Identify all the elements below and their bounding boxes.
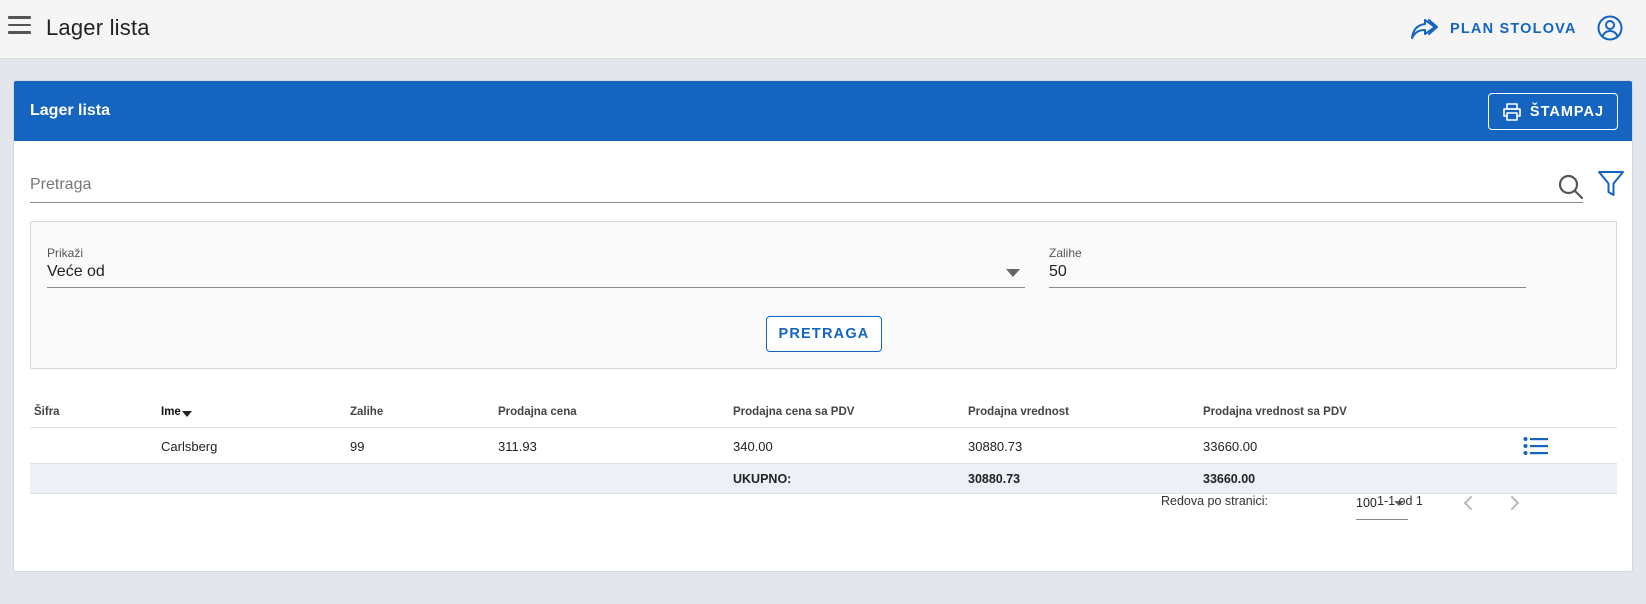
search-button[interactable]: PRETRAGA (766, 316, 882, 352)
cell-zalihe: 99 (350, 439, 365, 454)
total-prodajna-vrednost-pdv: 33660.00 (1203, 472, 1256, 486)
column-header-ime[interactable]: Ime (161, 406, 192, 418)
show-select-underline (47, 287, 1025, 288)
card-title: Lager lista (30, 102, 111, 119)
column-header-prodajna-cena-pdv[interactable]: Prodajna cena sa PDV (733, 406, 854, 418)
column-header-ime-label: Ime (161, 406, 181, 418)
column-header-prodajna-vrednost[interactable]: Prodajna vrednost (968, 406, 1069, 418)
account-circle-icon[interactable] (1596, 14, 1624, 42)
plan-stolova-button[interactable]: PLAN STOLOVA (1410, 14, 1577, 44)
cell-prodajna-cena-pdv: 340.00 (733, 439, 773, 454)
search-input[interactable] (30, 169, 1530, 201)
stock-input-underline (1049, 287, 1526, 288)
plan-stolova-label: PLAN STOLOVA (1450, 21, 1577, 37)
print-button[interactable]: ŠTAMPAJ (1488, 93, 1618, 130)
total-label: UKUPNO: (733, 472, 792, 486)
lager-list-card: Lager lista ŠTAMPAJ Prikaži Veće od Zali… (13, 80, 1633, 572)
pagination-range: 1-1 od 1 (1377, 494, 1423, 508)
chevron-left-icon[interactable] (1456, 491, 1480, 515)
column-header-prodajna-vrednost-pdv[interactable]: Prodajna vrednost sa PDV (1203, 406, 1347, 418)
search-field (30, 169, 1585, 203)
top-app-bar: Lager lista PLAN STOLOVA (0, 0, 1646, 59)
column-header-prodajna-cena[interactable]: Prodajna cena (498, 406, 577, 418)
search-icon[interactable] (1557, 173, 1585, 201)
rows-per-page-label: Redova po stranici: (1161, 494, 1269, 508)
table-header-row: Šifra Ime Zalihe Prodajna cena Prodajna … (30, 381, 1617, 428)
chevron-down-icon[interactable] (1006, 269, 1020, 277)
stock-table: Šifra Ime Zalihe Prodajna cena Prodajna … (30, 381, 1617, 494)
rows-per-page-value: 100 (1356, 496, 1377, 510)
stock-input[interactable]: 50 (1049, 263, 1067, 281)
filter-panel: Prikaži Veće od Zalihe 50 PRETRAGA (30, 221, 1617, 369)
print-label: ŠTAMPAJ (1529, 103, 1605, 120)
list-icon[interactable] (1523, 436, 1549, 456)
share-arrows-icon (1411, 19, 1438, 39)
menu-icon[interactable] (8, 16, 31, 36)
filter-icon[interactable] (1597, 169, 1625, 199)
printer-icon (1503, 102, 1521, 121)
total-row: UKUPNO: 30880.73 33660.00 (30, 464, 1617, 494)
page-title: Lager lista (46, 15, 150, 40)
show-select[interactable]: Veće od (47, 263, 105, 281)
total-prodajna-vrednost: 30880.73 (968, 472, 1021, 486)
cell-prodajna-vrednost: 30880.73 (968, 439, 1023, 454)
cell-prodajna-vrednost-pdv: 33660.00 (1203, 439, 1258, 454)
column-header-zalihe[interactable]: Zalihe (350, 406, 383, 418)
table-row[interactable]: Carlsberg 99 311.93 340.00 30880.73 3366… (30, 428, 1617, 464)
stock-field-label: Zalihe (1049, 246, 1082, 260)
show-field-label: Prikaži (47, 246, 84, 260)
card-header: Lager lista ŠTAMPAJ (14, 81, 1632, 141)
cell-prodajna-cena: 311.93 (498, 439, 537, 454)
sort-desc-icon (181, 411, 192, 417)
cell-ime: Carlsberg (161, 439, 218, 454)
column-header-sifra[interactable]: Šifra (34, 406, 60, 418)
chevron-right-icon[interactable] (1503, 491, 1527, 515)
